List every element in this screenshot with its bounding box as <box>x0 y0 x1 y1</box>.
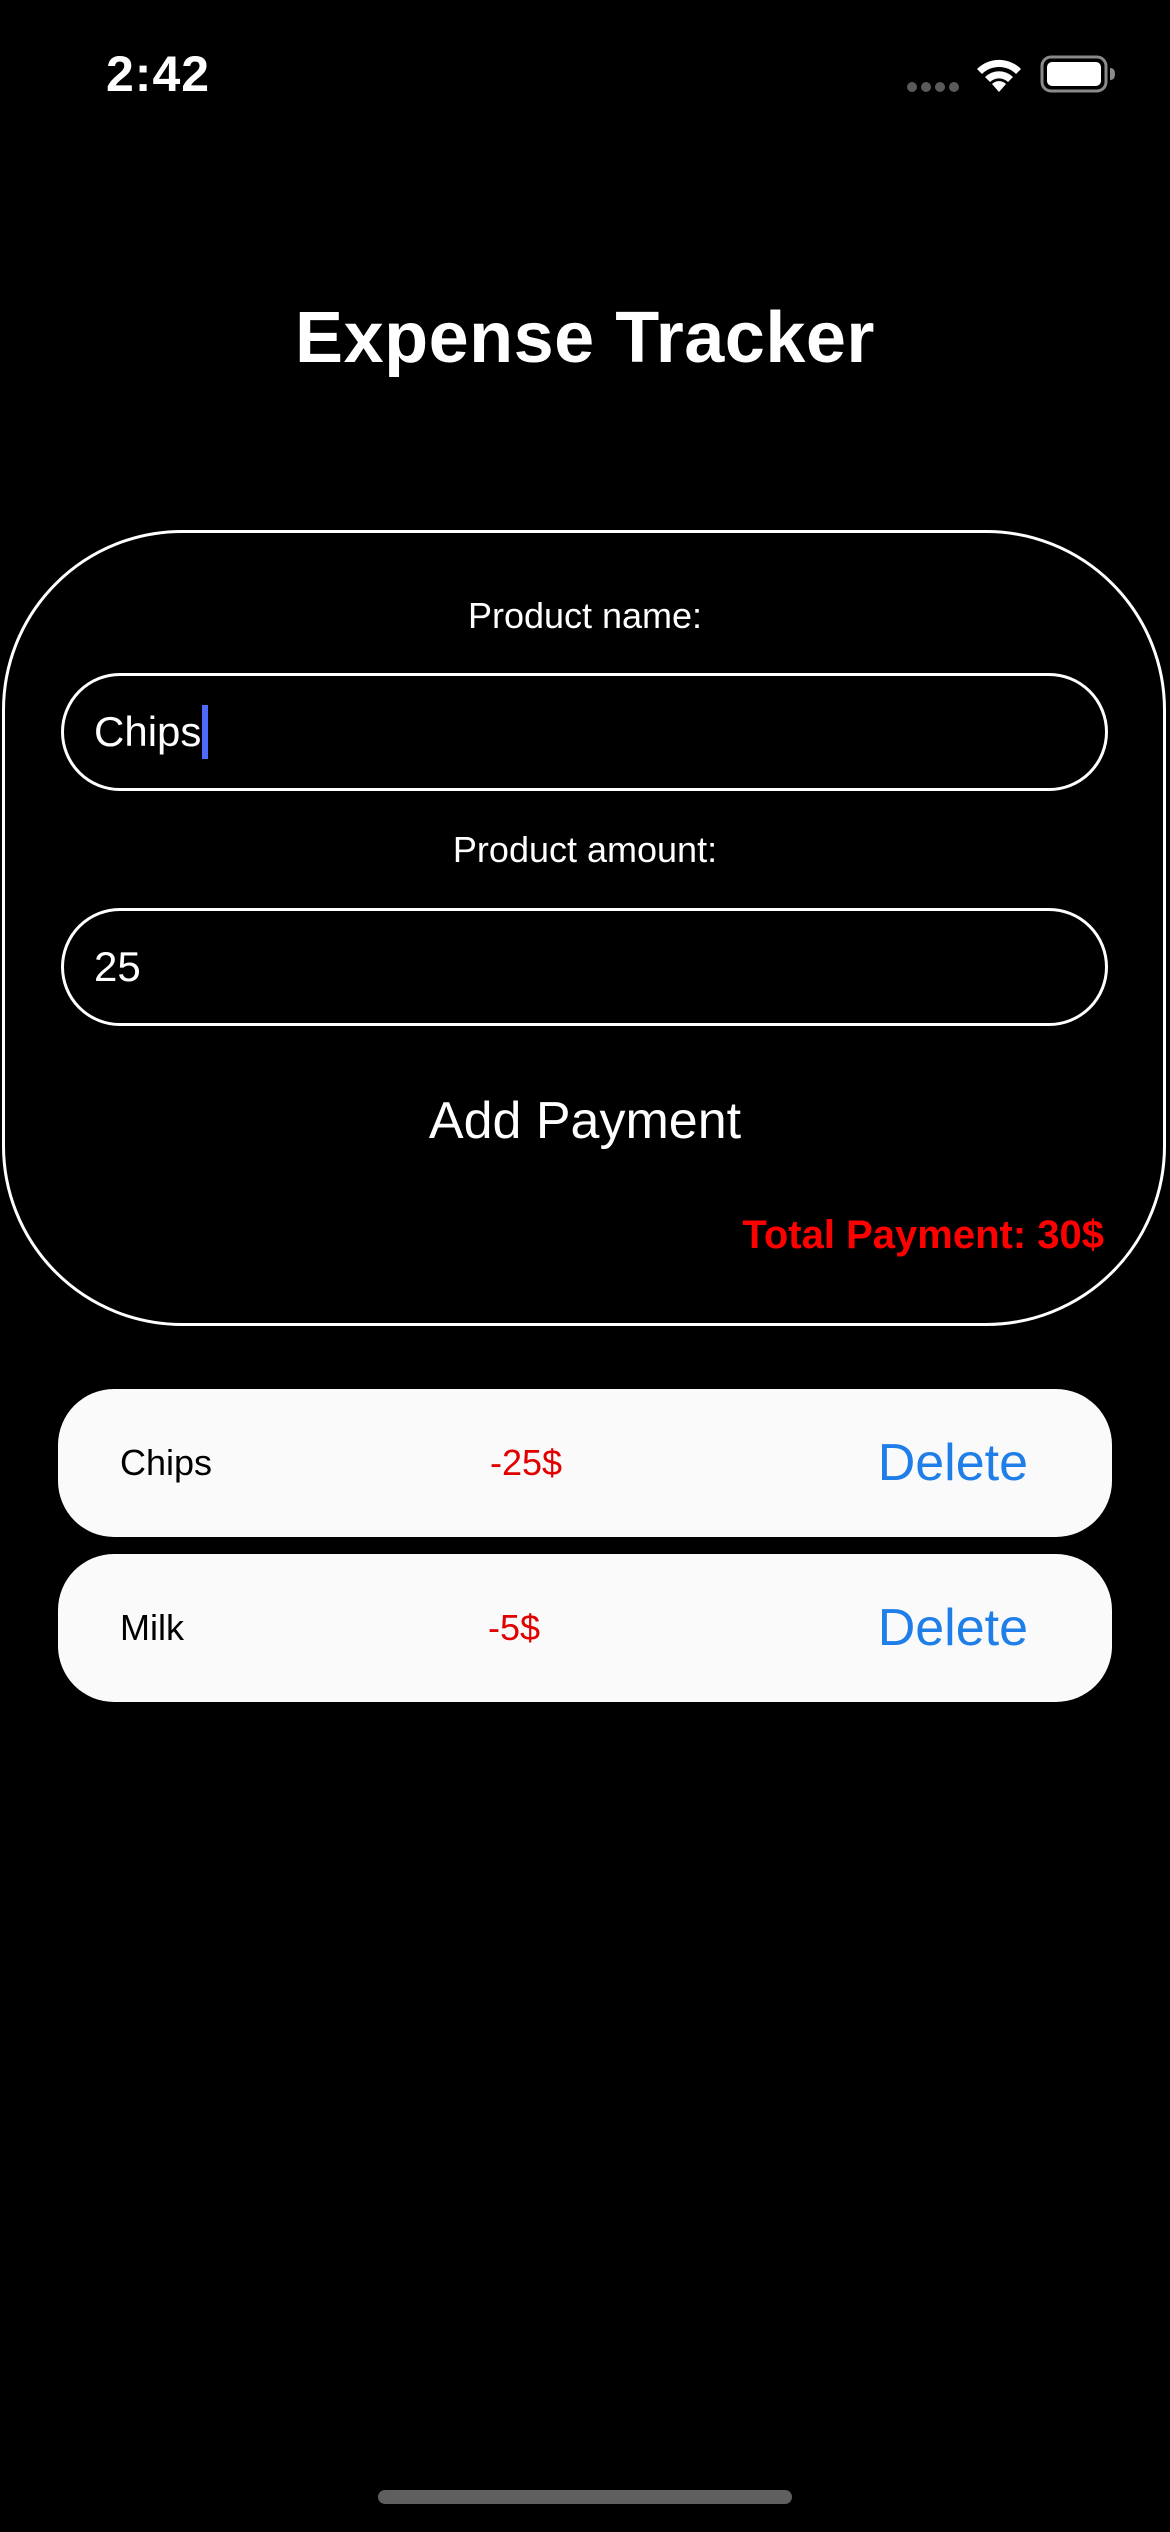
total-payment-text: Total Payment: 30$ <box>742 1213 1104 1257</box>
delete-button[interactable]: Delete <box>878 1554 1028 1702</box>
add-payment-button[interactable]: Add Payment <box>0 1086 1170 1156</box>
product-amount-input[interactable]: 25 <box>61 908 1108 1026</box>
wifi-icon <box>977 59 1021 92</box>
product-amount-value: 25 <box>94 943 141 990</box>
product-amount-label: Product amount: <box>452 829 718 870</box>
text-caret <box>202 704 209 759</box>
product-name-label: Product name: <box>467 595 703 636</box>
expense-row: Chips -25$ Delete <box>58 1389 1112 1537</box>
cellular-signal-icon <box>907 82 959 92</box>
page-title: Expense Tracker <box>295 298 875 378</box>
expense-name: Chips <box>120 1442 213 1483</box>
product-name-value-wrapper: Chips <box>94 676 209 788</box>
home-indicator[interactable] <box>378 2490 792 2504</box>
product-name-value: Chips <box>94 708 202 755</box>
delete-button[interactable]: Delete <box>878 1389 1028 1537</box>
expense-amount: -25$ <box>490 1442 563 1483</box>
battery-icon <box>1040 55 1115 93</box>
status-time: 2:42 <box>106 46 211 102</box>
expense-amount: -5$ <box>488 1607 541 1648</box>
expense-name: Milk <box>120 1607 184 1648</box>
expense-row: Milk -5$ Delete <box>58 1554 1112 1702</box>
product-name-input[interactable]: Chips <box>61 673 1108 791</box>
